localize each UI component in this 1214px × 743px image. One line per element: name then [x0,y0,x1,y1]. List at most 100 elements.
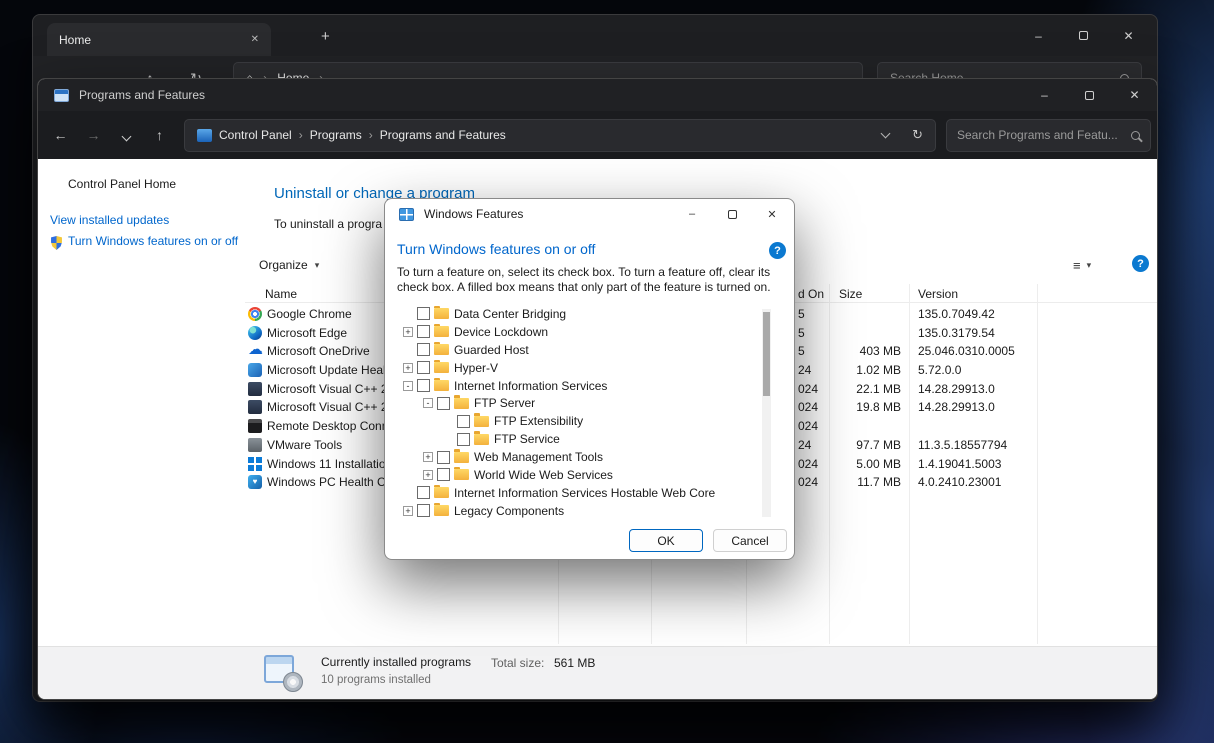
installed-programs-icon [263,653,303,693]
status-program-count: 10 programs installed [321,674,431,686]
sidebar-link-view-installed-updates[interactable]: View installed updates [50,213,169,227]
close-icon[interactable]: ✕ [1106,15,1151,56]
program-size: 1.02 MB [829,363,901,377]
expander-placeholder [403,309,413,319]
feature-checkbox[interactable] [437,468,450,481]
status-total-size-value: 561 MB [554,656,595,670]
search-box[interactable]: Search Programs and Featu... [946,119,1151,152]
program-installed-on: 24 [798,438,811,452]
feature-label: Hyper-V [454,361,498,375]
tab-close-icon[interactable]: ✕ [251,34,259,45]
tree-item[interactable]: Legacy Components [395,502,773,520]
program-size: 403 MB [829,344,901,358]
feature-checkbox[interactable] [437,397,450,410]
tree-item[interactable]: FTP Extensibility [395,412,773,430]
collapse-icon[interactable] [403,381,413,391]
minimize-icon[interactable]: – [1022,79,1067,111]
onedrive-icon: ☁ [248,344,262,358]
feature-checkbox[interactable] [457,433,470,446]
address-dropdown-icon[interactable] [881,128,891,138]
collapse-icon[interactable] [423,398,433,408]
expand-icon[interactable] [423,452,433,462]
control-panel-icon [197,129,212,142]
tree-item[interactable]: Guarded Host [395,341,773,359]
folder-icon [434,380,449,391]
breadcrumb-control-panel[interactable]: Control Panel [219,128,292,142]
tree-scrollbar[interactable] [762,309,771,517]
program-version: 14.28.29913.0 [918,400,995,414]
maximize-icon[interactable] [1061,15,1106,56]
tree-item[interactable]: FTP Server [395,394,773,412]
tree-item[interactable]: Data Center Bridging [395,305,773,323]
tree-item[interactable]: World Wide Web Services [395,466,773,484]
scrollbar-thumb[interactable] [763,312,770,396]
tree-item[interactable]: Web Management Tools [395,448,773,466]
column-header-version[interactable]: Version [918,287,958,301]
new-tab-icon[interactable]: + [321,28,330,45]
expand-icon[interactable] [403,363,413,373]
column-header-size[interactable]: Size [839,287,862,301]
recent-locations-icon[interactable] [110,127,143,143]
program-installed-on: 5 [798,344,805,358]
breadcrumb-programs[interactable]: Programs [310,128,362,142]
minimize-icon[interactable]: – [1016,15,1061,56]
folder-icon [474,416,489,427]
feature-checkbox[interactable] [437,451,450,464]
close-icon[interactable]: ✕ [752,199,792,229]
feature-checkbox[interactable] [417,379,430,392]
help-icon[interactable]: ? [1132,255,1149,272]
tree-item[interactable]: FTP Service [395,430,773,448]
program-installed-on: 5 [798,326,805,340]
folder-icon [454,398,469,409]
feature-checkbox[interactable] [417,343,430,356]
close-icon[interactable]: ✕ [1112,79,1157,111]
maximize-icon[interactable] [1067,79,1112,111]
feature-checkbox[interactable] [417,504,430,517]
visual-cpp-icon [248,382,262,396]
status-total-size-label: Total size: [491,656,544,670]
expand-icon[interactable] [423,470,433,480]
folder-icon [434,326,449,337]
up-icon[interactable]: ↑ [143,127,176,143]
program-installed-on: 024 [798,475,818,489]
dialog-title: Windows Features [424,207,523,221]
feature-checkbox[interactable] [417,307,430,320]
refresh-icon[interactable]: ↻ [912,127,923,143]
feature-checkbox[interactable] [417,361,430,374]
cancel-button[interactable]: Cancel [713,529,787,552]
change-view-button[interactable]: ≡ ▾ [1073,258,1091,273]
program-installed-on: 024 [798,419,818,433]
tree-item[interactable]: Internet Information Services [395,377,773,395]
status-label: Currently installed programs [321,655,471,669]
intro-text: To uninstall a progra [274,217,382,231]
tree-item[interactable]: Internet Information Services Hostable W… [395,484,773,502]
breadcrumb-chevron-icon: › [369,128,373,142]
explorer-tab-home[interactable]: Home ✕ [47,23,271,56]
expand-icon[interactable] [403,327,413,337]
feature-checkbox[interactable] [417,325,430,338]
ok-button[interactable]: OK [629,529,703,552]
help-icon[interactable]: ? [769,242,786,259]
tree-item[interactable]: Hyper-V [395,359,773,377]
address-bar[interactable]: Control Panel › Programs › Programs and … [184,119,936,152]
feature-checkbox[interactable] [417,486,430,499]
feature-label: FTP Extensibility [494,414,583,428]
program-size: 5.00 MB [829,457,901,471]
expand-icon[interactable] [403,506,413,516]
forward-icon[interactable]: → [77,127,110,143]
feature-label: FTP Service [494,432,560,446]
maximize-icon[interactable] [712,199,752,229]
column-header-installed-on[interactable]: d On [798,287,824,301]
tree-item[interactable]: Device Lockdown [395,323,773,341]
minimize-icon[interactable]: – [672,199,712,229]
folder-icon [434,308,449,319]
feature-checkbox[interactable] [457,415,470,428]
sidebar-link-turn-windows-features[interactable]: Turn Windows features on or off [68,234,246,249]
breadcrumb-programs-and-features[interactable]: Programs and Features [380,128,506,142]
feature-label: Internet Information Services Hostable W… [454,486,715,500]
sidebar-item-control-panel-home[interactable]: Control Panel Home [68,177,176,191]
column-header-name[interactable]: Name [265,287,297,301]
back-icon[interactable]: ← [44,127,77,143]
expander-placeholder [443,416,453,426]
organize-button[interactable]: Organize ▾ [259,258,319,272]
